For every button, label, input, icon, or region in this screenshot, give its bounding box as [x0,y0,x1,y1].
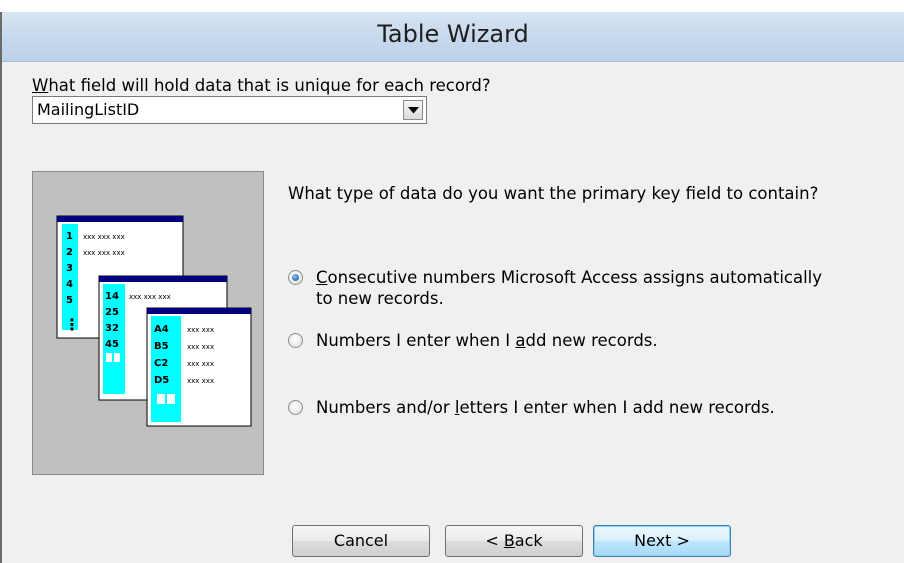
title-bar: Table Wizard [2,12,904,62]
option-1-rest: onsecutive numbers Microsoft Access assi… [327,268,823,287]
illus-t1-row-5: 5 [66,295,73,306]
unique-field-question-text: hat field will hold data that is unique … [48,76,491,95]
option-consecutive-label: Consecutive numbers Microsoft Access ass… [316,267,822,309]
option-numbers-i-enter-label: Numbers I enter when I add new records. [316,330,658,351]
option-2-prefix: Numbers I enter when I [316,331,516,350]
table-wizard-dialog: Table Wizard What field will hold data t… [0,12,904,563]
back-prefix: < [485,531,504,550]
illus-t1-row-3: 3 [66,263,73,274]
cancel-button[interactable]: Cancel [292,525,430,557]
chevron-down-icon [408,107,419,114]
unique-field-value: MailingListID [37,100,140,119]
illus-table-3: A4 B5 C2 D5 xxx xxx xxx xxx xxx xxx xxx … [146,307,252,427]
back-access-key: B [503,531,515,550]
primary-key-question: What type of data do you want the primar… [288,184,819,203]
tables-illustration-graphic: 1 2 3 4 5 xxx xxx xxx xxx xxx xxx ⋮ 14 2… [56,215,252,427]
illus-t3-cells-3: xxx xxx [187,360,214,368]
window-title: Table Wizard [377,20,529,48]
radio-consecutive-numbers[interactable] [288,270,303,285]
next-button[interactable]: Next > [593,525,731,557]
top-strip [0,0,904,12]
illus-t1-row-2: 2 [66,247,73,258]
illus-t3-cells-4: xxx xxx [187,377,214,385]
illus-t3-row-2: B5 [154,341,169,352]
illus-ellipsis: ⋮ [64,315,80,334]
option-2-rest: dd new records. [525,331,658,350]
option-numbers-letters-label: Numbers and/or letters I enter when I ad… [316,397,775,418]
option-3-rest: etters I enter when I add new records. [459,398,775,417]
illus-t3-cells-1: xxx xxx [187,326,214,334]
radio-numbers-i-enter[interactable] [288,333,303,348]
option-1-line2: to new records. [316,289,444,308]
illus-t1-row-4: 4 [66,279,73,290]
unique-field-select[interactable]: MailingListID [32,96,427,124]
back-rest: ack [514,531,543,550]
illus-t3-row-4: D5 [154,375,169,386]
illus-t2-row-3: 32 [105,323,119,334]
option-1-access-key: C [316,268,328,287]
illus-t2-row-4: 45 [105,339,119,350]
illus-t3-row-1: A4 [154,324,169,335]
radio-numbers-letters[interactable] [288,400,303,415]
illus-t1-cells-2: xxx xxx xxx [83,249,125,257]
primary-key-illustration: 1 2 3 4 5 xxx xxx xxx xxx xxx xxx ⋮ 14 2… [32,171,264,475]
option-3-prefix: Numbers and/or [316,398,455,417]
dropdown-button[interactable] [403,100,423,120]
illus-t2-cells-1: xxx xxx xxx [129,293,171,301]
unique-field-question: What field will hold data that is unique… [32,76,491,95]
illus-t3-row-3: C2 [154,358,168,369]
back-button[interactable]: < Back [445,525,583,557]
illus-t1-row-1: 1 [66,231,73,242]
illus-t2-row-2: 25 [105,307,119,318]
unique-field-access-key: W [32,76,49,95]
option-2-access-key: a [515,331,526,350]
illus-t1-cells-1: xxx xxx xxx [83,233,125,241]
illus-t2-row-1: 14 [105,291,119,302]
illus-t3-cells-2: xxx xxx [187,343,214,351]
